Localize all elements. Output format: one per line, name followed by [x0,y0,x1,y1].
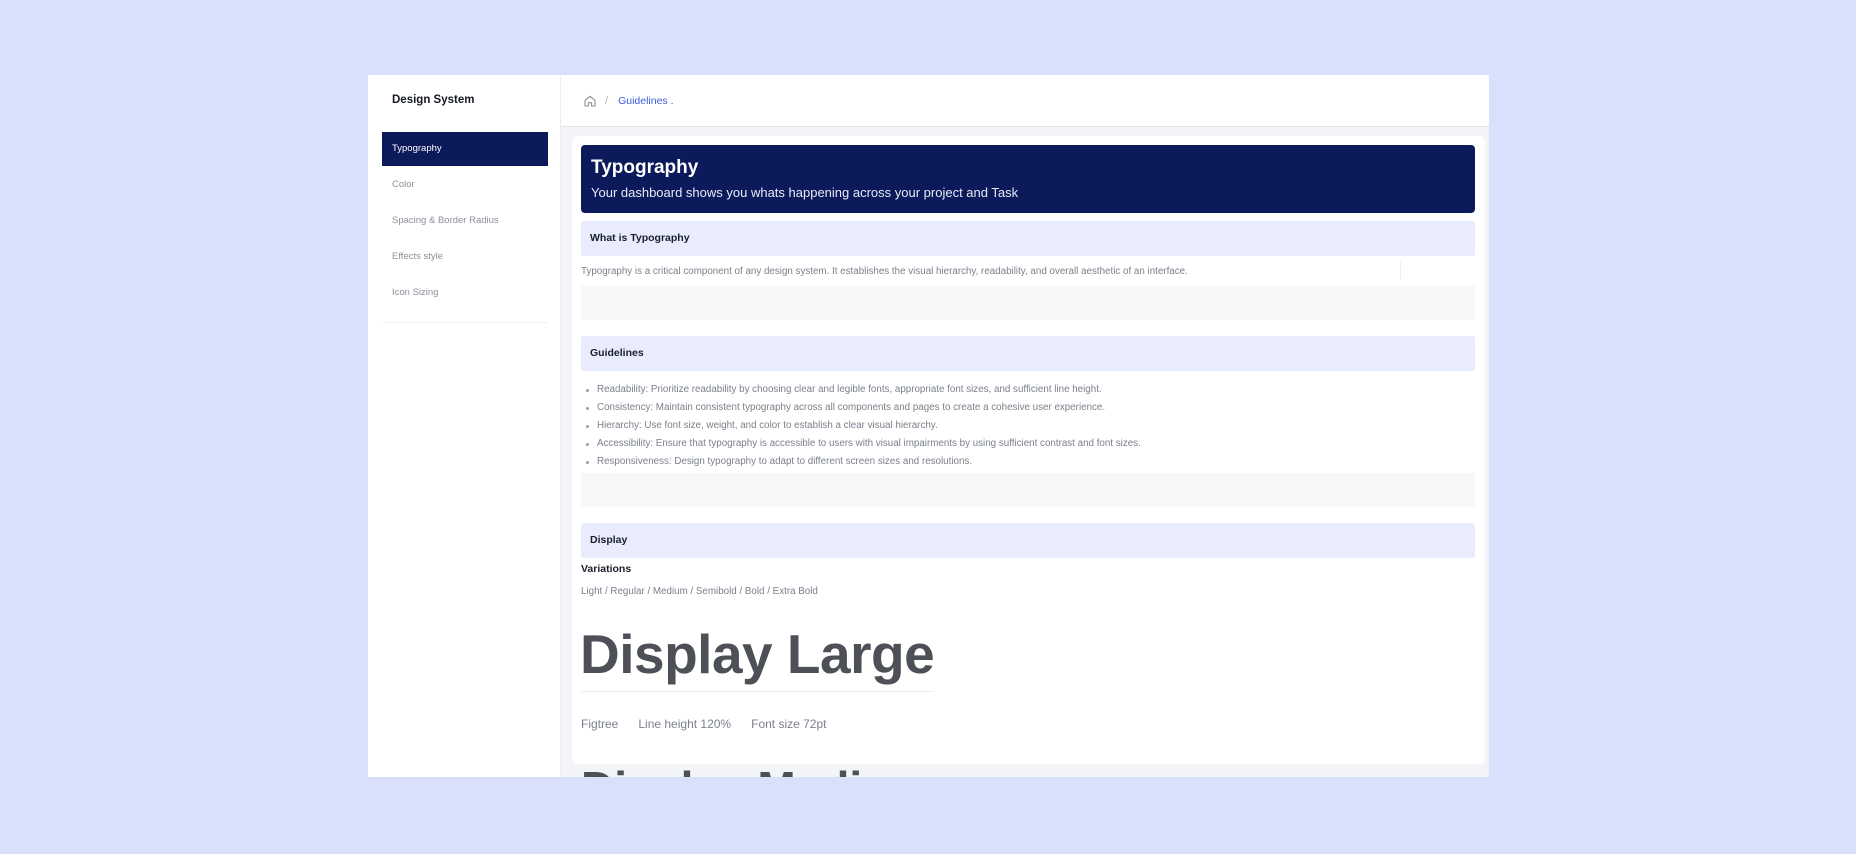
sidebar-nav: Typography Color Spacing & Border Radius… [382,132,548,312]
page-subtitle: Your dashboard shows you whats happening… [591,185,1019,200]
sidebar-divider [382,322,548,323]
line-height-spec: Line height 120% [638,717,732,731]
list-item: Consistency: Maintain consistent typogra… [581,399,1141,417]
section-footer [581,286,1475,320]
font-size-spec: Font size 72pt [751,717,827,731]
section-header-what-is-typography: What is Typography [581,221,1475,256]
list-item: Hierarchy: Use font size, weight, and co… [581,417,1141,435]
sidebar-item-typography[interactable]: Typography [382,132,548,166]
breadcrumb-separator: / [605,94,609,107]
variations-title: Variations [581,563,632,575]
font-family-spec: Figtree [581,717,619,731]
app-window: Design System Typography Color Spacing &… [368,75,1489,777]
section-header-guidelines: Guidelines [581,336,1475,371]
list-item: Accessibility: Ensure that typography is… [581,435,1141,453]
page-title: Typography [591,157,699,178]
what-is-typography-text: Typography is a critical component of an… [581,266,1188,277]
type-specs: Figtree Line height 120% Font size 72pt [581,717,826,731]
display-medium-sample: Display Medium [581,763,931,777]
guidelines-list: Readability: Prioritize readability by c… [581,381,1141,471]
section-footer [581,473,1475,507]
home-icon[interactable] [583,94,597,108]
list-item: Readability: Prioritize readability by c… [581,381,1141,399]
hero-banner: Typography Your dashboard shows you what… [581,145,1475,213]
brand-title: Design System [392,94,475,106]
section-header-display: Display [581,523,1475,558]
sidebar: Design System Typography Color Spacing &… [368,75,561,777]
divider [1400,262,1401,280]
sidebar-item-spacing-border-radius[interactable]: Spacing & Border Radius [382,204,548,238]
sidebar-item-icon-sizing[interactable]: Icon Sizing [382,276,548,310]
display-large-sample: Display Large [580,623,935,692]
content-panel: Typography Your dashboard shows you what… [572,136,1485,764]
variations-list: Light / Regular / Medium / Semibold / Bo… [581,586,818,597]
list-item: Responsiveness: Design typography to ada… [581,453,1141,471]
main-area: / Guidelines . Typography Your dashboard… [561,75,1489,777]
sidebar-item-color[interactable]: Color [382,168,548,202]
top-bar: / Guidelines . [561,75,1489,127]
sidebar-item-effects-style[interactable]: Effects style [382,240,548,274]
breadcrumb-guidelines[interactable]: Guidelines . [618,95,673,107]
